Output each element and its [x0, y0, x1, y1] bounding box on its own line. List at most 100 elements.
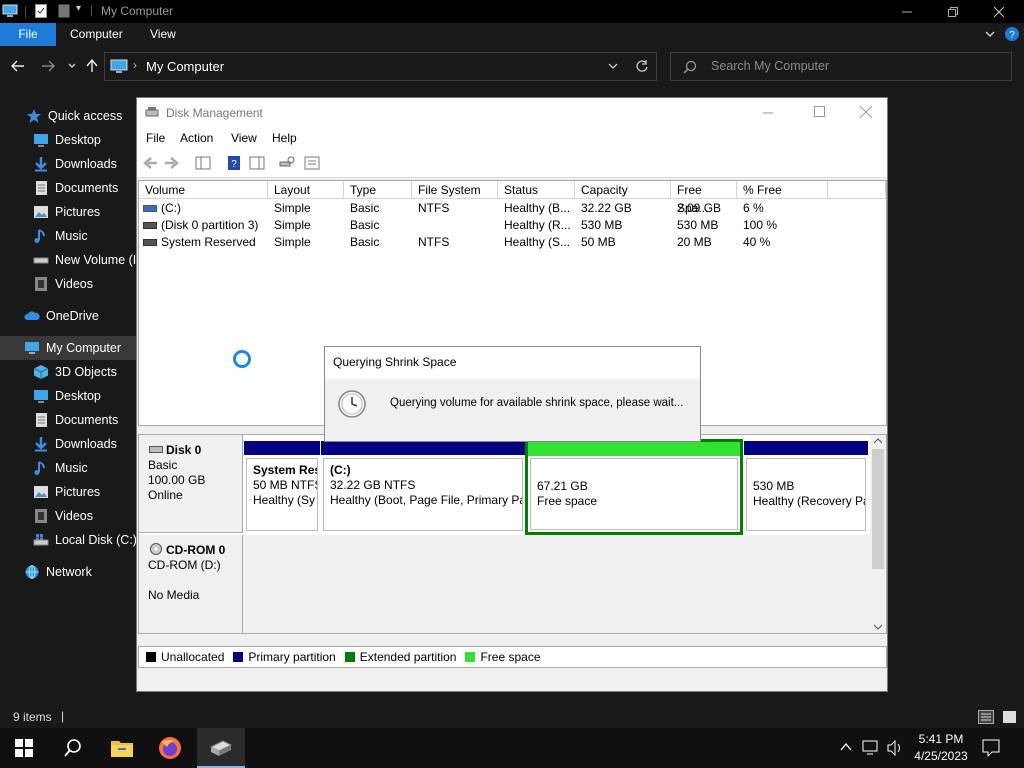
- address-dropdown-icon[interactable]: [607, 61, 619, 71]
- table-row[interactable]: (C:) Simple Basic NTFS Healthy (B... 32.…: [139, 200, 886, 217]
- close-button[interactable]: [860, 106, 872, 118]
- sidebar-item-desktop[interactable]: Desktop: [33, 128, 101, 152]
- volume-icon: [143, 205, 157, 213]
- sidebar-item-documents[interactable]: Documents: [33, 176, 118, 200]
- new-folder-icon[interactable]: [58, 4, 70, 18]
- address-bar[interactable]: › My Computer: [104, 52, 657, 81]
- back-button[interactable]: [8, 56, 28, 76]
- column-header-status[interactable]: Status: [498, 181, 575, 199]
- menu-file[interactable]: File: [146, 131, 165, 145]
- tab-computer[interactable]: Computer: [56, 23, 137, 46]
- expand-ribbon-icon[interactable]: [984, 28, 996, 40]
- properties-icon[interactable]: [35, 4, 47, 18]
- clock-date[interactable]: 4/25/2023: [910, 749, 972, 763]
- properties-icon[interactable]: [304, 155, 320, 171]
- sidebar-item-downloads[interactable]: Downloads: [33, 152, 117, 176]
- sidebar-item-music-2[interactable]: Music: [33, 456, 88, 480]
- column-header-percent-free[interactable]: % Free: [737, 181, 828, 199]
- partition-status: Healthy (Boot, Page File, Primary Pa: [330, 493, 523, 507]
- minimize-button[interactable]: [884, 0, 930, 23]
- table-row[interactable]: (Disk 0 partition 3) Simple Basic Health…: [139, 217, 886, 234]
- scrollbar-thumb[interactable]: [872, 449, 884, 569]
- maximize-button[interactable]: [814, 106, 825, 117]
- pictures-icon: [33, 484, 49, 500]
- taskbar-disk-management[interactable]: [197, 728, 245, 768]
- column-header-type[interactable]: Type: [344, 181, 412, 199]
- scroll-up-icon[interactable]: [874, 438, 882, 444]
- column-header-volume[interactable]: Volume: [139, 181, 268, 199]
- rescan-icon[interactable]: [279, 155, 295, 171]
- tab-view[interactable]: View: [136, 23, 190, 46]
- disk-management-titlebar: Disk Management: [137, 98, 887, 128]
- column-header-free-space[interactable]: Free Spa...: [671, 181, 737, 215]
- address-row: › My Computer Search My Computer: [0, 46, 1024, 88]
- desktop-icon: [33, 388, 49, 404]
- menu-help[interactable]: Help: [272, 131, 297, 145]
- partition-color-bar: [528, 442, 740, 456]
- sidebar-item-3d-objects[interactable]: 3D Objects: [33, 360, 117, 384]
- sidebar-item-onedrive[interactable]: OneDrive: [24, 304, 99, 328]
- large-icons-view-icon[interactable]: [1002, 710, 1018, 724]
- scroll-down-icon[interactable]: [874, 624, 882, 630]
- volume-icon[interactable]: [886, 740, 904, 756]
- menu-action[interactable]: Action: [180, 131, 213, 145]
- back-arrow-icon[interactable]: [142, 155, 158, 171]
- restore-button[interactable]: [930, 0, 976, 23]
- partition-recovery[interactable]: 530 MB Healthy (Recovery Pa: [744, 441, 868, 533]
- sidebar-item-pictures-2[interactable]: Pictures: [33, 480, 100, 504]
- minimize-button[interactable]: [763, 108, 773, 118]
- sidebar-item-music[interactable]: Music: [33, 224, 88, 248]
- help-book-icon[interactable]: ?: [226, 155, 242, 171]
- clock-time[interactable]: 5:41 PM: [913, 732, 969, 746]
- partition-size: 50 MB NTFS: [253, 478, 318, 492]
- computer-icon: [2, 4, 18, 18]
- cell-volume: (C:): [161, 201, 181, 215]
- file-explorer-icon[interactable]: [110, 737, 134, 759]
- console-tree-icon[interactable]: [195, 155, 211, 171]
- column-header-capacity[interactable]: Capacity: [575, 181, 671, 199]
- up-button[interactable]: [82, 56, 102, 76]
- partition-free-space[interactable]: 67.21 GB Free space: [525, 439, 743, 535]
- vertical-scrollbar[interactable]: [870, 435, 886, 633]
- table-row[interactable]: System Reserved Simple Basic NTFS Health…: [139, 234, 886, 251]
- sidebar-item-videos-2[interactable]: Videos: [33, 504, 93, 528]
- details-view-icon[interactable]: [978, 710, 994, 724]
- partition-size: 530 MB: [753, 479, 795, 493]
- forward-arrow-icon[interactable]: [164, 155, 180, 171]
- recent-locations-button[interactable]: [62, 56, 82, 76]
- menu-view[interactable]: View: [231, 131, 257, 145]
- legend-swatch: [465, 652, 476, 662]
- sidebar-item-downloads-2[interactable]: Downloads: [33, 432, 117, 456]
- cdrom-0-info[interactable]: CD-ROM 0 CD-ROM (D:) No Media: [139, 535, 243, 633]
- notifications-icon[interactable]: [982, 739, 1000, 757]
- sidebar-item-documents-2[interactable]: Documents: [33, 408, 118, 432]
- search-box[interactable]: Search My Computer: [670, 52, 1012, 81]
- firefox-icon[interactable]: [158, 736, 182, 760]
- customize-toolbar-icon[interactable]: ▾: [76, 3, 81, 14]
- start-windows-icon[interactable]: [15, 739, 33, 757]
- sidebar-item-new-volume[interactable]: New Volume (I:): [33, 248, 144, 272]
- column-header-file-system[interactable]: File System: [412, 181, 498, 199]
- sidebar-item-quick-access[interactable]: Quick access: [26, 104, 122, 128]
- close-button[interactable]: [976, 0, 1022, 23]
- sidebar-item-pictures[interactable]: Pictures: [33, 200, 100, 224]
- sidebar-item-local-disk[interactable]: Local Disk (C:): [33, 528, 137, 552]
- sidebar-item-videos[interactable]: Videos: [33, 272, 93, 296]
- sidebar-item-my-computer[interactable]: My Computer: [0, 336, 137, 360]
- disk-0-info[interactable]: Disk 0 Basic 100.00 GB Online: [139, 435, 243, 533]
- sidebar-item-network[interactable]: Network: [24, 560, 92, 584]
- network-status-icon[interactable]: [862, 740, 880, 756]
- sidebar-item-desktop-2[interactable]: Desktop: [33, 384, 101, 408]
- cell-status: Healthy (B...: [504, 201, 571, 215]
- partition-c[interactable]: (C:) 32.22 GB NTFS Healthy (Boot, Page F…: [321, 441, 525, 533]
- network-icon: [24, 564, 40, 580]
- partition-system-reserved[interactable]: System Res 50 MB NTFS Healthy (Sy: [244, 441, 320, 533]
- column-header-layout[interactable]: Layout: [268, 181, 344, 199]
- tab-file[interactable]: File: [0, 23, 56, 46]
- refresh-icon[interactable]: [635, 59, 649, 73]
- search-icon[interactable]: [63, 738, 83, 758]
- action-pane-icon[interactable]: [249, 155, 265, 171]
- forward-button[interactable]: [38, 56, 58, 76]
- help-icon[interactable]: ?: [1005, 27, 1019, 41]
- show-hidden-icons-icon[interactable]: [840, 742, 852, 752]
